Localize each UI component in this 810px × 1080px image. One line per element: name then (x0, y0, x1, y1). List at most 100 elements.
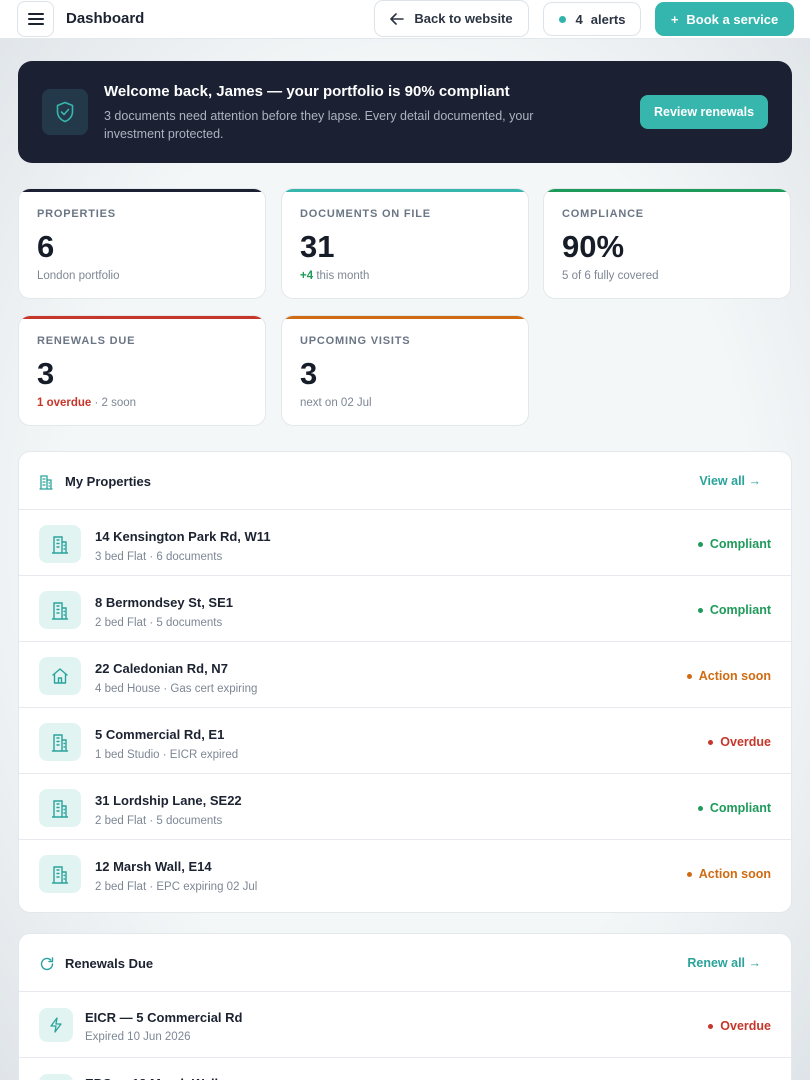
stat-accent-bar (19, 316, 265, 319)
page-title: Dashboard (66, 10, 145, 27)
back-to-website-label: Back to website (414, 11, 513, 26)
stat-label: RENEWALS DUE (37, 335, 136, 347)
stat-label: DOCUMENTS ON FILE (300, 208, 431, 220)
stat-accent-bar (282, 189, 528, 192)
property-name: 14 Kensington Park Rd, W11 (95, 529, 271, 544)
stat-label: PROPERTIES (37, 208, 116, 220)
status-badge: Compliant (697, 801, 771, 815)
building-icon (39, 525, 81, 563)
property-row[interactable]: 12 Marsh Wall, E14 2 bed Flat · EPC expir… (19, 840, 791, 906)
status-badge: Compliant (697, 537, 771, 551)
status-dot (686, 673, 692, 679)
status-dot (697, 541, 703, 547)
welcome-title: Welcome back, James — your portfolio is … (104, 83, 510, 100)
stat-value: 3 (300, 356, 318, 391)
status-dot (686, 871, 692, 877)
stat-card-renewals: RENEWALS DUE 3 1 overdue · 2 soon (18, 315, 266, 426)
stat-value: 6 (37, 229, 55, 264)
renewals-panel: Renewals Due Renew all → EICR — 5 Commer… (18, 933, 792, 1080)
property-row[interactable]: 8 Bermondsey St, SE1 2 bed Flat · 5 docum… (19, 576, 791, 642)
property-name: 5 Commercial Rd, E1 (95, 727, 225, 742)
property-detail: 2 bed Flat · 5 documents (95, 617, 223, 629)
status-label: Compliant (709, 537, 771, 551)
property-name: 12 Marsh Wall, E14 (95, 859, 212, 874)
renewal-row[interactable]: EICR — 5 Commercial Rd Expired 10 Jun 202… (19, 992, 791, 1058)
renewals-panel-header: Renewals Due Renew all → (19, 934, 791, 992)
property-detail: 3 bed Flat · 6 documents (95, 551, 223, 563)
stat-card-visits: UPCOMING VISITS 3 next on 02 Jul (281, 315, 529, 426)
renewal-detail: Expired 10 Jun 2026 (85, 1031, 191, 1043)
property-detail: 1 bed Studio · EICR expired (95, 749, 239, 761)
property-row[interactable]: 22 Caledonian Rd, N7 4 bed House · Gas ce… (19, 642, 791, 708)
status-dot (697, 607, 703, 613)
renewal-name: EICR — 5 Commercial Rd (85, 1010, 243, 1025)
status-label: Action soon (698, 867, 771, 881)
alerts-indicator-dot (558, 15, 566, 23)
stat-note-text: this month (313, 270, 370, 282)
building-icon (39, 723, 81, 761)
stat-card-properties: PROPERTIES 6 London portfolio (18, 188, 266, 299)
stat-card-documents: DOCUMENTS ON FILE 31 +4 this month (281, 188, 529, 299)
status-label: Action soon (698, 669, 771, 683)
stat-note: +4 this month (300, 270, 369, 282)
welcome-banner: Welcome back, James — your portfolio is … (18, 61, 792, 163)
status-label: Compliant (709, 801, 771, 815)
property-row[interactable]: 31 Lordship Lane, SE22 2 bed Flat · 5 doc… (19, 774, 791, 840)
building-icon (39, 591, 81, 629)
hamburger-icon (27, 13, 44, 25)
property-name: 31 Lordship Lane, SE22 (95, 793, 242, 808)
stat-note: London portfolio (37, 270, 120, 282)
review-renewals-button[interactable]: Review renewals (640, 95, 768, 129)
status-dot (708, 1023, 714, 1029)
stat-note: next on 02 Jul (300, 397, 372, 409)
stat-note: 1 overdue · 2 soon (37, 397, 136, 409)
status-label: Overdue (720, 735, 771, 749)
renew-all-link[interactable]: Renew all → (687, 956, 761, 970)
status-dot (697, 805, 703, 811)
properties-panel-header: My Properties View all → (19, 452, 791, 510)
view-all-link[interactable]: View all → (699, 474, 761, 488)
property-detail: 2 bed Flat · EPC expiring 02 Jul (95, 881, 258, 893)
stat-label: UPCOMING VISITS (300, 335, 411, 347)
book-service-button[interactable]: + Book a service (655, 2, 794, 36)
property-name: 22 Caledonian Rd, N7 (95, 661, 228, 676)
building-icon (39, 475, 53, 490)
status-badge: Compliant (697, 603, 771, 617)
alerts-label: alerts (590, 11, 626, 27)
properties-panel-title: My Properties (65, 474, 151, 489)
property-row[interactable]: 14 Kensington Park Rd, W11 3 bed Flat · 6… (19, 510, 791, 576)
lightning-icon (39, 1008, 73, 1042)
status-badge: Overdue (708, 1019, 771, 1033)
plus-icon: + (670, 11, 679, 27)
stat-accent-bar (282, 316, 528, 319)
menu-button[interactable] (17, 1, 54, 37)
stat-note-highlight: 1 overdue (37, 397, 92, 409)
alerts-count: 4 (575, 11, 583, 27)
stat-value: 90% (562, 229, 625, 264)
alerts-button[interactable]: 4 alerts (543, 2, 641, 36)
stat-value: 3 (37, 356, 55, 391)
stat-card-compliance: COMPLIANCE 90% 5 of 6 fully covered (543, 188, 791, 299)
arrow-left-icon (390, 12, 405, 25)
back-to-website-button[interactable]: Back to website (374, 0, 529, 37)
status-badge: Overdue (708, 735, 771, 749)
renewal-row[interactable]: EPC — 12 Marsh Wall (19, 1058, 791, 1080)
stat-label: COMPLIANCE (562, 208, 644, 220)
shield-check-icon (42, 89, 88, 135)
document-icon (39, 1074, 73, 1080)
building-icon (39, 789, 81, 827)
stat-note-highlight: +4 (300, 270, 314, 282)
status-label: Overdue (720, 1019, 771, 1033)
stat-value: 31 (300, 229, 335, 264)
welcome-subtitle: 3 documents need attention before they l… (104, 109, 534, 141)
status-badge: Action soon (686, 867, 771, 881)
property-name: 8 Bermondsey St, SE1 (95, 595, 233, 610)
properties-panel: My Properties View all → 14 Kensington P… (18, 451, 792, 913)
status-label: Compliant (709, 603, 771, 617)
top-bar: Dashboard Back to website 4 alerts + Boo… (0, 0, 810, 39)
status-dot (708, 739, 714, 745)
property-detail: 2 bed Flat · 5 documents (95, 815, 223, 827)
property-row[interactable]: 5 Commercial Rd, E1 1 bed Studio · EICR e… (19, 708, 791, 774)
building-icon (39, 855, 81, 893)
renewals-panel-title: Renewals Due (65, 956, 154, 971)
